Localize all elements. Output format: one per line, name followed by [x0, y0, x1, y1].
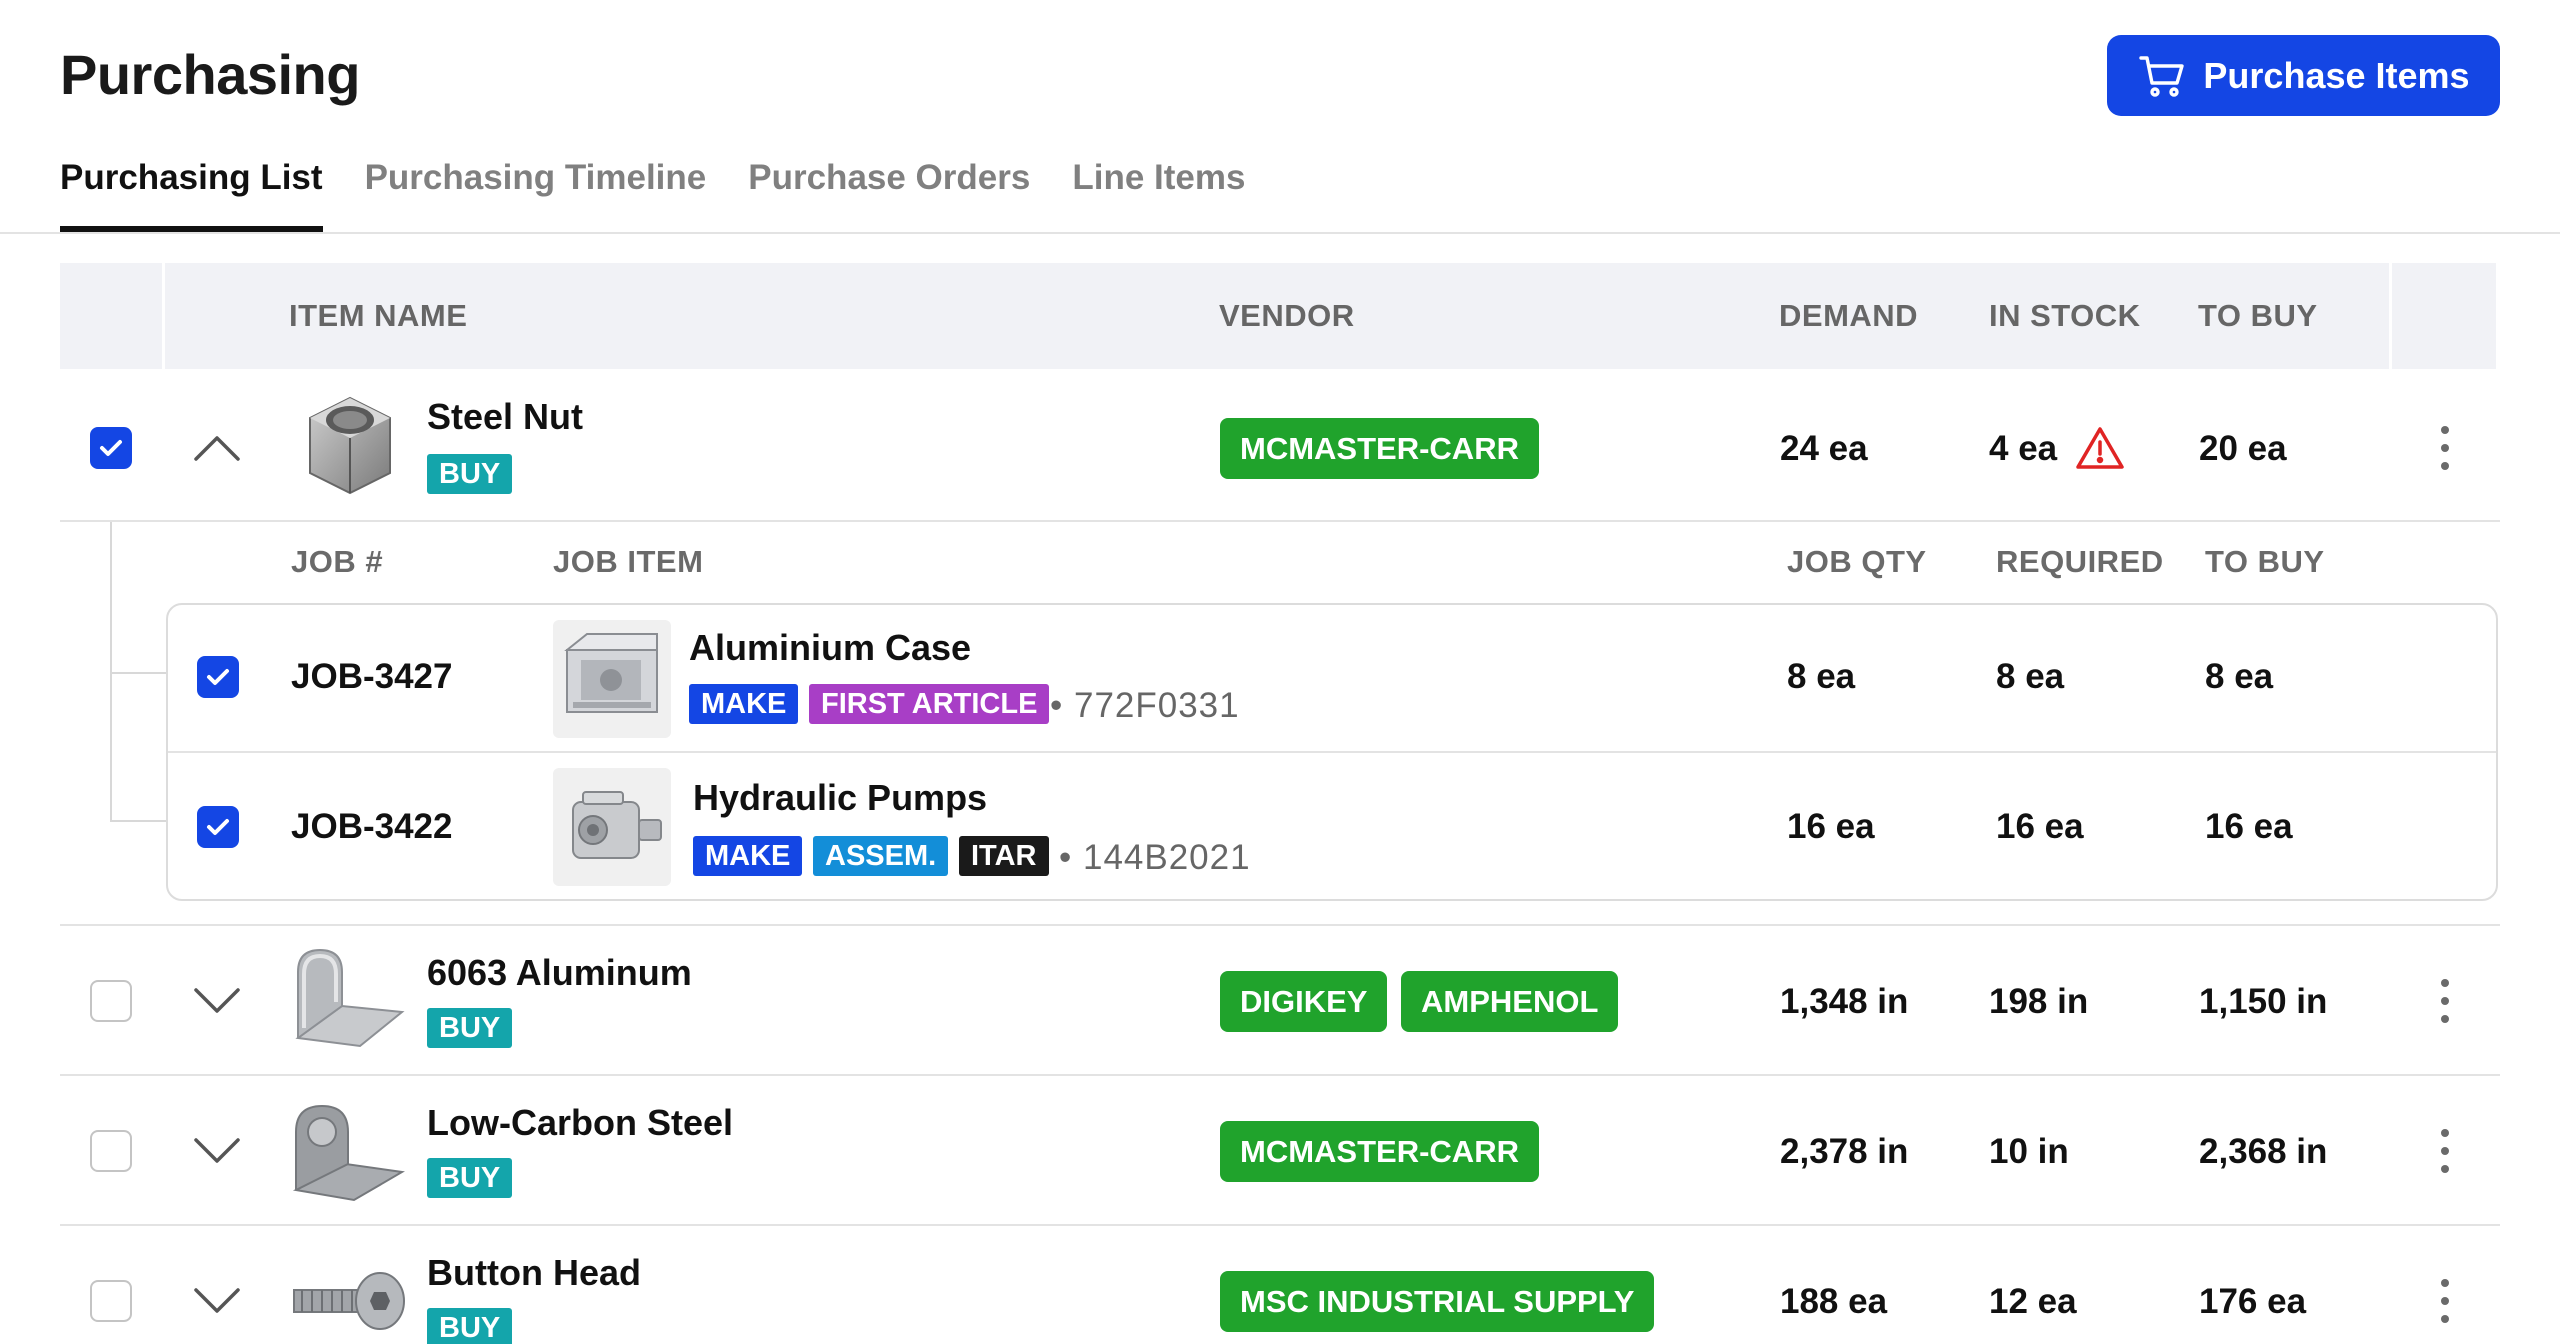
- header-demand: DEMAND: [1779, 298, 1919, 333]
- to-buy-value: 16 ea: [2205, 807, 2293, 846]
- subheader-job: JOB #: [291, 544, 384, 579]
- job-item-name: Aluminium Case: [689, 627, 972, 668]
- in-stock-value: 198 in: [1989, 982, 2089, 1021]
- row-checkbox[interactable]: [90, 980, 132, 1022]
- subheader-to-buy: TO BUY: [2205, 544, 2325, 579]
- more-options-icon[interactable]: [2437, 1129, 2453, 1173]
- row-divider: [60, 520, 2500, 522]
- job-checkbox[interactable]: [197, 806, 239, 848]
- vendor-badge[interactable]: MCMASTER-CARR: [1220, 418, 1539, 479]
- in-stock-value: 10 in: [1989, 1132, 2069, 1171]
- more-options-icon[interactable]: [2437, 979, 2453, 1023]
- subheader-job-qty: JOB QTY: [1787, 544, 1927, 579]
- item-name: 6063 Aluminum: [427, 952, 692, 993]
- make-tag: MAKE: [689, 684, 799, 724]
- job-qty-value: 8 ea: [1787, 657, 1856, 696]
- header-vendor: VENDOR: [1219, 298, 1355, 333]
- job-item-name: Hydraulic Pumps: [693, 777, 988, 818]
- row-divider: [168, 751, 2496, 753]
- purchase-items-label: Purchase Items: [2203, 54, 2470, 96]
- required-value: 8 ea: [1996, 657, 2065, 696]
- item-name: Button Head: [427, 1252, 641, 1293]
- vendor-badge[interactable]: AMPHENOL: [1401, 971, 1619, 1032]
- vendor-badge[interactable]: DIGIKEY: [1220, 971, 1388, 1032]
- to-buy-value: 8 ea: [2205, 657, 2274, 696]
- make-tag: MAKE: [693, 836, 803, 876]
- buy-tag: BUY: [427, 1308, 513, 1344]
- part-number: • 144B2021: [1059, 838, 1251, 877]
- page-title: Purchasing: [60, 43, 360, 106]
- buy-tag: BUY: [427, 1158, 513, 1198]
- vendor-badge[interactable]: MSC INDUSTRIAL SUPPLY: [1220, 1271, 1655, 1332]
- to-buy-value: 20 ea: [2199, 429, 2287, 468]
- demand-value: 2,378 in: [1780, 1132, 1909, 1171]
- header-to-buy: TO BUY: [2198, 298, 2318, 333]
- job-list-panel: [166, 603, 2498, 901]
- job-qty-value: 16 ea: [1787, 807, 1875, 846]
- subheader-required: REQUIRED: [1996, 544, 2164, 579]
- purchase-items-button[interactable]: Purchase Items: [2107, 35, 2500, 116]
- item-name: Low-Carbon Steel: [427, 1102, 734, 1143]
- chevron-down-icon[interactable]: [194, 1138, 240, 1164]
- to-buy-value: 176 ea: [2199, 1282, 2307, 1321]
- tab-line-items[interactable]: Line Items: [1072, 158, 1245, 232]
- cart-icon: [2139, 55, 2185, 97]
- row-checkbox[interactable]: [90, 1280, 132, 1322]
- in-stock-value: 4 ea: [1989, 429, 2058, 468]
- buy-tag: BUY: [427, 1008, 513, 1048]
- itar-tag: ITAR: [959, 836, 1049, 876]
- first-article-tag: FIRST ARTICLE: [809, 684, 1050, 724]
- steel-sheet-icon: [290, 1092, 408, 1210]
- to-buy-value: 2,368 in: [2199, 1132, 2328, 1171]
- tab-bar: Purchasing List Purchasing Timeline Purc…: [60, 158, 1245, 232]
- chevron-down-icon[interactable]: [194, 1288, 240, 1314]
- in-stock-value: 12 ea: [1989, 1282, 2077, 1321]
- row-checkbox[interactable]: [90, 427, 132, 469]
- row-divider: [60, 1074, 2500, 1076]
- row-divider: [60, 1224, 2500, 1226]
- row-divider: [60, 924, 2500, 926]
- job-number[interactable]: JOB-3427: [291, 657, 452, 697]
- checkmark-icon: [207, 819, 229, 835]
- subheader-job-item: JOB ITEM: [553, 544, 704, 579]
- header-separator: [162, 263, 165, 369]
- hydraulic-pump-icon: [553, 768, 671, 886]
- demand-value: 1,348 in: [1780, 982, 1909, 1021]
- header-separator: [2389, 263, 2392, 369]
- tree-connector: [110, 820, 166, 822]
- job-checkbox[interactable]: [197, 656, 239, 698]
- chevron-up-icon[interactable]: [194, 435, 240, 461]
- part-number: • 772F0331: [1050, 686, 1240, 725]
- demand-value: 188 ea: [1780, 1282, 1888, 1321]
- tab-purchase-orders[interactable]: Purchase Orders: [748, 158, 1030, 232]
- header-item-name: ITEM NAME: [289, 298, 468, 333]
- item-name: Steel Nut: [427, 396, 584, 437]
- row-checkbox[interactable]: [90, 1130, 132, 1172]
- tab-divider: [0, 232, 2560, 234]
- tab-purchasing-timeline[interactable]: Purchasing Timeline: [365, 158, 707, 232]
- buy-tag: BUY: [427, 454, 513, 494]
- chevron-down-icon[interactable]: [194, 988, 240, 1014]
- job-number[interactable]: JOB-3422: [291, 807, 452, 847]
- demand-value: 24 ea: [1780, 429, 1868, 468]
- tab-purchasing-list[interactable]: Purchasing List: [60, 158, 323, 232]
- checkmark-icon: [207, 669, 229, 685]
- checkmark-icon: [100, 440, 122, 456]
- required-value: 16 ea: [1996, 807, 2084, 846]
- tree-connector: [110, 672, 166, 674]
- header-in-stock: IN STOCK: [1989, 298, 2141, 333]
- aluminium-case-icon: [553, 620, 671, 738]
- to-buy-value: 1,150 in: [2199, 982, 2328, 1021]
- vendor-badge[interactable]: MCMASTER-CARR: [1220, 1121, 1539, 1182]
- table-header: ITEM NAME VENDOR DEMAND IN STOCK TO BUY: [60, 263, 2496, 369]
- aluminum-sheet-icon: [290, 942, 408, 1060]
- warning-icon: [2076, 427, 2124, 469]
- more-options-icon[interactable]: [2437, 426, 2453, 470]
- hex-nut-icon: [290, 388, 408, 506]
- assem-tag: ASSEM.: [813, 836, 949, 876]
- more-options-icon[interactable]: [2437, 1279, 2453, 1323]
- button-head-screw-icon: [290, 1242, 408, 1344]
